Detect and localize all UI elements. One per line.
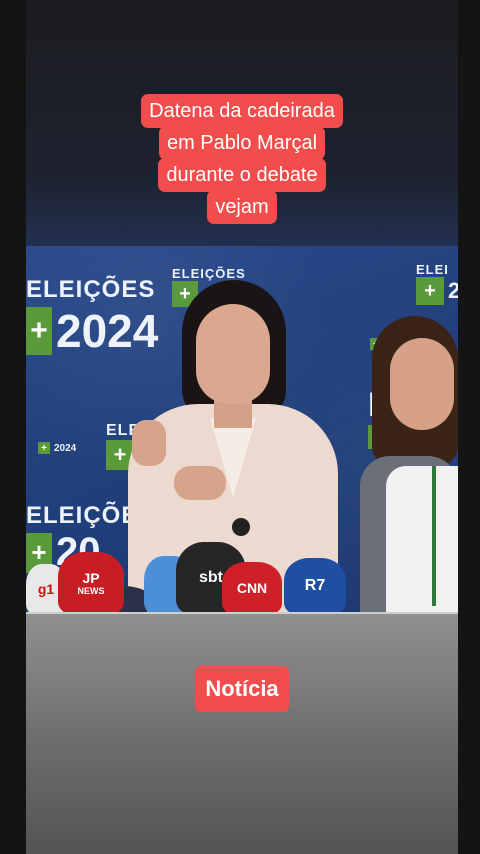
microphone-cnn: CNN bbox=[222, 562, 282, 614]
video-frame: ELEIÇÕES + 2024 ELEIÇÕES + ELEI + 2 + 20… bbox=[26, 246, 458, 614]
caption-line: Datena da cadeirada bbox=[141, 94, 343, 128]
story-frame[interactable]: ELEIÇÕES + 2024 ELEIÇÕES + ELEI + 2 + 20… bbox=[26, 0, 458, 854]
watch-icon bbox=[232, 518, 250, 536]
cross-icon: + bbox=[38, 442, 50, 454]
caption-line: durante o debate bbox=[158, 158, 326, 192]
noticia-label-sticker[interactable]: Notícia bbox=[112, 666, 372, 712]
right-margin bbox=[458, 0, 480, 854]
microphone-r7: R7 bbox=[284, 558, 346, 614]
cross-icon: + bbox=[416, 277, 444, 305]
caption-line: vejam bbox=[207, 190, 277, 224]
noticia-label: Notícia bbox=[195, 666, 289, 712]
second-person-figure bbox=[360, 316, 458, 614]
cross-icon: + bbox=[26, 307, 52, 355]
backdrop-logo-right: ELEI + 2 bbox=[416, 262, 458, 305]
lower-gradient-area bbox=[26, 614, 458, 854]
backdrop-logo-small: + 2024 bbox=[38, 442, 76, 454]
caption-sticker[interactable]: Datena da cadeirada em Pablo Marçal dura… bbox=[112, 94, 372, 224]
microphone-jovem-pan: JP NEWS bbox=[58, 552, 124, 614]
left-margin bbox=[0, 0, 26, 854]
caption-line: em Pablo Marçal bbox=[158, 126, 326, 160]
